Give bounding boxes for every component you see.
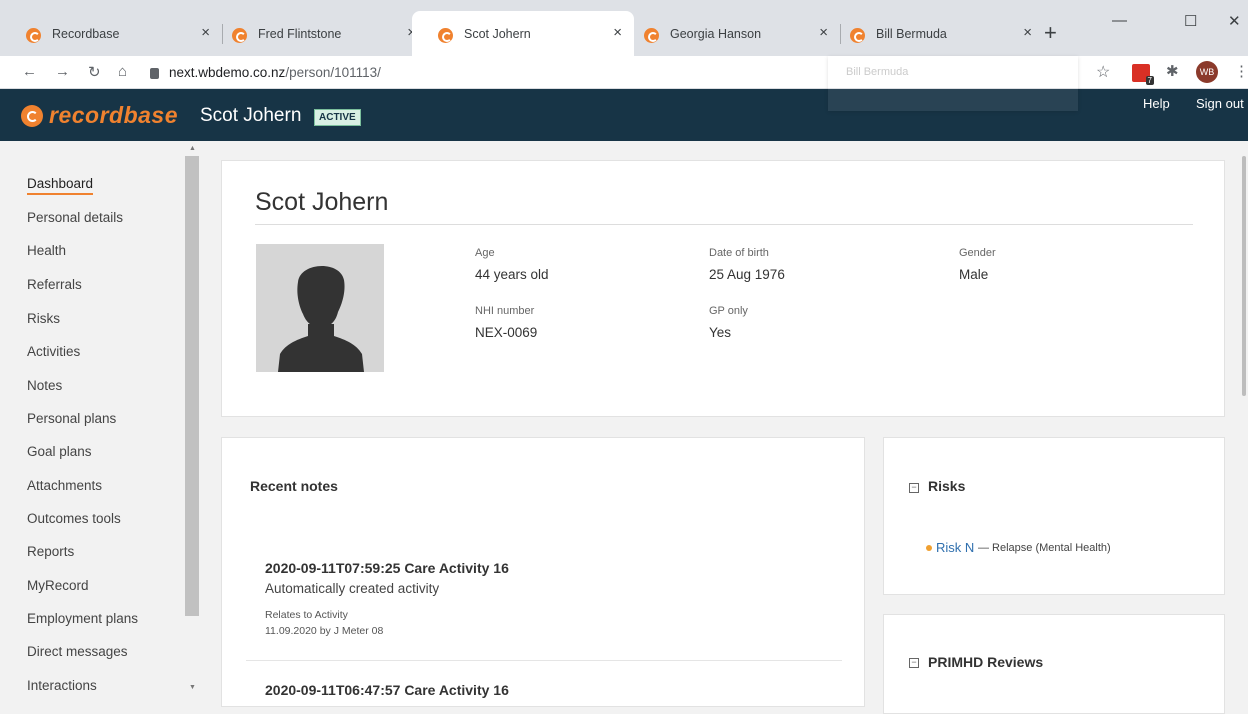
nhi-value: NEX-0069: [475, 325, 538, 340]
collapse-primhd-icon[interactable]: −: [909, 658, 919, 668]
sidebar-item-referrals[interactable]: Referrals: [27, 277, 82, 292]
sidebar-item-reports[interactable]: Reports: [27, 544, 74, 559]
recordbase-favicon-icon: [644, 28, 659, 43]
gender-value: Male: [959, 267, 989, 282]
reload-icon[interactable]: ↻: [88, 63, 101, 81]
gp-only-value: Yes: [709, 325, 732, 340]
browser-tab-bill-bermuda[interactable]: Bill Bermuda ×: [824, 11, 1044, 56]
sidebar-item-risks[interactable]: Risks: [27, 311, 60, 326]
collapse-risks-icon[interactable]: −: [909, 483, 919, 493]
tab-label: Georgia Hanson: [670, 27, 762, 41]
note-divider: [246, 660, 842, 661]
extension-icon[interactable]: 7: [1132, 64, 1154, 85]
url-path: /person/101113/: [285, 65, 381, 80]
browser-tab-scot-johern[interactable]: Scot Johern ×: [412, 11, 634, 56]
maximize-button[interactable]: ☐: [1184, 12, 1197, 30]
risks-card: − Risks Risk N — Relapse (Mental Health): [883, 437, 1225, 595]
tab-label: Scot Johern: [464, 27, 531, 41]
browser-tabstrip: Recordbase × Fred Flintstone × Scot Johe…: [0, 0, 1248, 56]
sidebar-item-notes[interactable]: Notes: [27, 378, 62, 393]
nhi-label: NHI number: [475, 305, 535, 317]
risk-bullet-icon: [926, 545, 932, 551]
note-title[interactable]: 2020-09-11T06:47:57 Care Activity 16: [265, 682, 509, 698]
extension-badge: 7: [1145, 76, 1154, 85]
note-meta: 11.09.2020 by J Meter 08: [265, 625, 384, 637]
page-scrollbar[interactable]: [1240, 141, 1248, 693]
risk-link[interactable]: Risk N: [936, 540, 974, 555]
recordbase-favicon-icon: [850, 28, 865, 43]
new-tab-button[interactable]: +: [1044, 22, 1057, 44]
sidebar-nav: Dashboard Personal details Health Referr…: [0, 141, 200, 693]
tab-close-icon[interactable]: ×: [1023, 24, 1032, 41]
risk-description: — Relapse (Mental Health): [978, 542, 1111, 554]
status-badge: ACTIVE: [314, 109, 361, 126]
sidebar-item-attachments[interactable]: Attachments: [27, 478, 102, 493]
recordbase-favicon-icon: [232, 28, 247, 43]
sidebar-item-activities[interactable]: Activities: [27, 344, 80, 359]
risks-title: Risks: [928, 478, 966, 494]
note-subtitle: Automatically created activity: [265, 581, 440, 596]
forward-arrow-icon[interactable]: →: [55, 63, 70, 80]
page-scrollbar-thumb[interactable]: [1242, 156, 1246, 396]
sign-out-link[interactable]: Sign out: [1196, 96, 1244, 111]
sidebar-item-goal-plans[interactable]: Goal plans: [27, 444, 92, 459]
recordbase-favicon-icon: [26, 28, 41, 43]
sidebar-scrollbar-thumb[interactable]: [185, 156, 199, 616]
primhd-title: PRIMHD Reviews: [928, 654, 1044, 670]
tooltip-title: Bill Bermuda: [846, 66, 909, 78]
help-link[interactable]: Help: [1143, 96, 1170, 111]
page-title: Scot Johern: [255, 188, 389, 216]
note-title[interactable]: 2020-09-11T07:59:25 Care Activity 16: [265, 560, 509, 576]
person-silhouette-icon: [278, 265, 364, 372]
age-value: 44 years old: [475, 267, 549, 282]
tab-label: Fred Flintstone: [258, 27, 342, 41]
recordbase-logo-icon[interactable]: [21, 105, 43, 127]
profile-card: Scot Johern Age 44 years old Date of bir…: [221, 160, 1225, 417]
profile-photo-placeholder: [256, 244, 384, 372]
brand-name[interactable]: recordbase: [49, 102, 178, 129]
scroll-down-arrow-icon[interactable]: ▼: [189, 684, 196, 691]
dob-value: 25 Aug 1976: [709, 267, 785, 282]
browser-tab-recordbase[interactable]: Recordbase ×: [0, 11, 222, 56]
browser-menu-icon[interactable]: ⋮: [1234, 62, 1248, 80]
note-relates-to: Relates to Activity: [265, 609, 348, 621]
tab-label: Bill Bermuda: [876, 27, 947, 41]
header-person-name: Scot Johern: [200, 105, 302, 126]
profile-avatar[interactable]: WB: [1196, 61, 1218, 83]
url-host: next.wbdemo.co.nz: [169, 65, 286, 80]
dob-label: Date of birth: [709, 247, 769, 259]
tab-label: Recordbase: [52, 27, 120, 41]
home-icon[interactable]: ⌂: [118, 63, 127, 80]
minimize-button[interactable]: —: [1112, 12, 1127, 29]
gender-label: Gender: [959, 247, 996, 259]
sidebar-item-direct-messages[interactable]: Direct messages: [27, 644, 128, 659]
browser-tab-fred-flintstone[interactable]: Fred Flintstone ×: [206, 11, 428, 56]
scroll-up-arrow-icon[interactable]: ▲: [189, 145, 196, 152]
age-label: Age: [475, 247, 495, 259]
tab-hover-tooltip: Bill Bermuda: [828, 56, 1078, 111]
primhd-reviews-card: − PRIMHD Reviews: [883, 614, 1225, 714]
bookmark-star-icon[interactable]: ☆: [1096, 62, 1110, 82]
recent-notes-title: Recent notes: [250, 478, 338, 494]
recordbase-favicon-icon: [438, 28, 453, 43]
recent-notes-card: Recent notes 2020-09-11T07:59:25 Care Ac…: [221, 437, 865, 707]
close-window-button[interactable]: ✕: [1228, 12, 1241, 30]
sidebar-item-outcomes-tools[interactable]: Outcomes tools: [27, 511, 121, 526]
title-divider: [255, 224, 1193, 225]
sidebar-item-personal-plans[interactable]: Personal plans: [27, 411, 116, 426]
sidebar-item-dashboard[interactable]: Dashboard: [27, 176, 94, 195]
sidebar-item-personal-details[interactable]: Personal details: [27, 210, 123, 225]
sidebar-item-employment-plans[interactable]: Employment plans: [27, 611, 138, 626]
sidebar-item-interactions[interactable]: Interactions: [27, 678, 97, 693]
sidebar-item-health[interactable]: Health: [27, 243, 66, 258]
browser-tab-georgia-hanson[interactable]: Georgia Hanson ×: [618, 11, 840, 56]
lock-icon: [150, 68, 159, 79]
sidebar-item-myrecord[interactable]: MyRecord: [27, 578, 89, 593]
back-arrow-icon[interactable]: ←: [22, 63, 37, 80]
gp-only-label: GP only: [709, 305, 748, 317]
puzzle-extensions-icon[interactable]: ✱: [1166, 62, 1179, 80]
